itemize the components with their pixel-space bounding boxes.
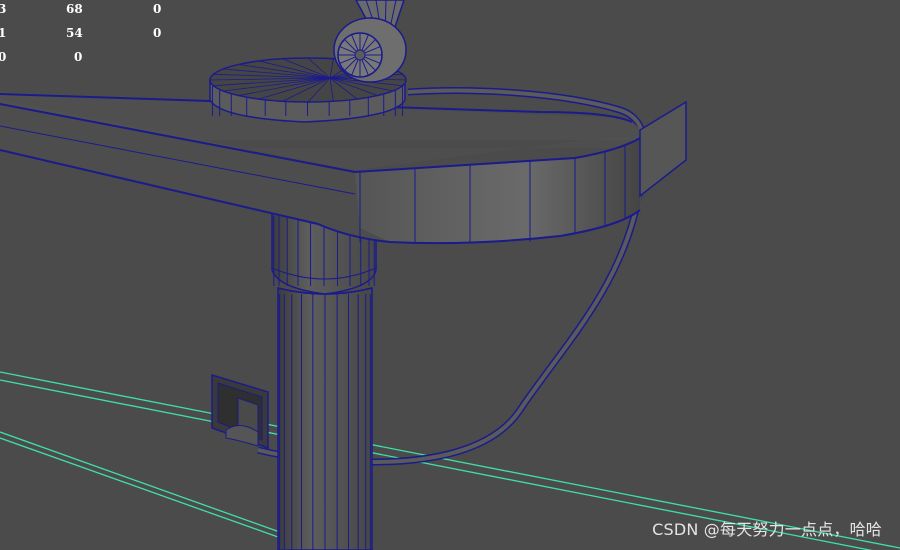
hud-value: 1 — [0, 26, 7, 40]
hud-value: 3 — [0, 2, 7, 16]
wall-outlet — [211, 373, 269, 450]
hud-value: 54 — [66, 26, 83, 40]
pole-lower — [277, 287, 373, 550]
lamp-arm — [333, 0, 407, 83]
hud-value: 68 — [66, 2, 83, 16]
hud-value: 0 — [153, 2, 162, 16]
hud-value: 0 — [0, 50, 7, 64]
hud-value: 0 — [74, 50, 83, 64]
hud-value: 0 — [153, 26, 162, 40]
scene-wireframe[interactable] — [0, 0, 900, 550]
watermark-text: CSDN @每天努力一点点，哈哈 — [652, 520, 882, 539]
viewport-3d[interactable]: 3 68 0 1 54 0 0 0 CSDN @每天努力一点点，哈哈 — [0, 0, 900, 550]
